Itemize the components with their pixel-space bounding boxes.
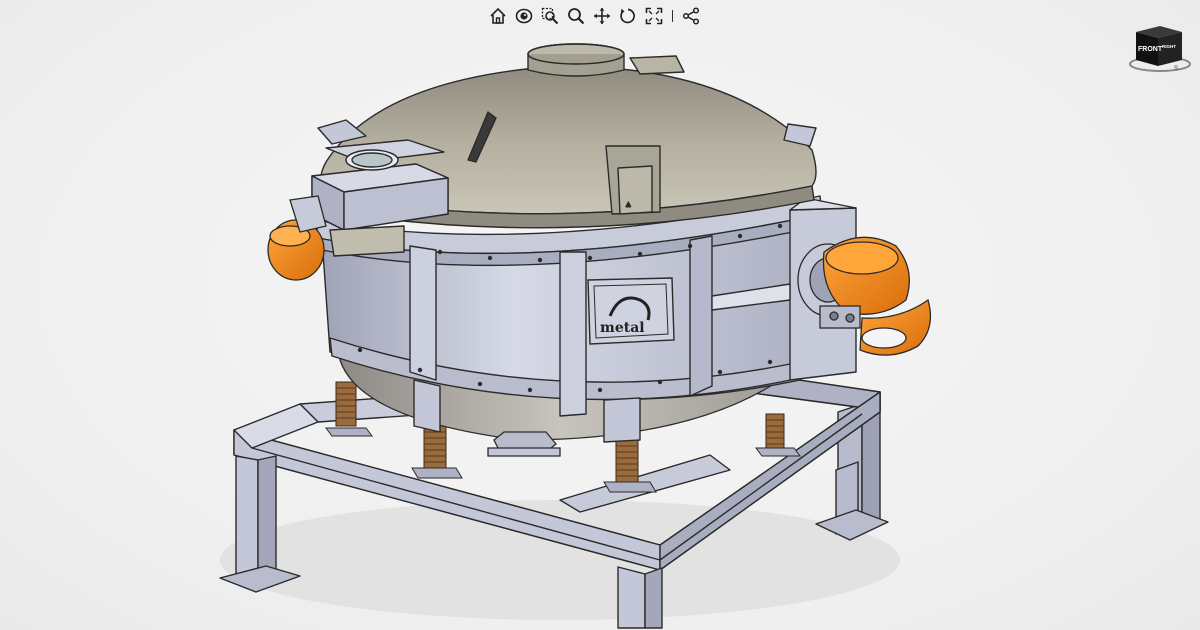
share-icon[interactable]: [679, 4, 703, 28]
lid-logo: ▲: [626, 201, 631, 208]
eye-icon[interactable]: [512, 4, 536, 28]
toolbar-separator: [672, 10, 673, 22]
vibration-motor-left: [267, 195, 327, 281]
spring-front-left: [411, 425, 463, 479]
view-cube[interactable]: FRONT RIGHT S: [1122, 22, 1194, 74]
brand-plate: metal: [587, 277, 675, 345]
sieve-model[interactable]: metal ▲: [0, 0, 1200, 630]
cube-front-label[interactable]: FRONT: [1138, 46, 1163, 53]
rotate-icon[interactable]: [616, 4, 640, 28]
viewer-toolbar: [486, 4, 703, 28]
spring-right: [755, 413, 801, 457]
cube-right-label[interactable]: RIGHT: [1162, 44, 1176, 49]
home-icon[interactable]: [486, 4, 510, 28]
spring-front-right: [603, 439, 657, 493]
3d-viewport[interactable]: metal ▲ FRONT RIGHT S: [0, 0, 1200, 630]
zoom-window-icon[interactable]: [538, 4, 562, 28]
zoom-icon[interactable]: [564, 4, 588, 28]
brand-logo-text: metal: [600, 320, 645, 336]
compass-label[interactable]: S: [1174, 66, 1178, 72]
pan-icon[interactable]: [590, 4, 614, 28]
fit-all-icon[interactable]: [642, 4, 666, 28]
